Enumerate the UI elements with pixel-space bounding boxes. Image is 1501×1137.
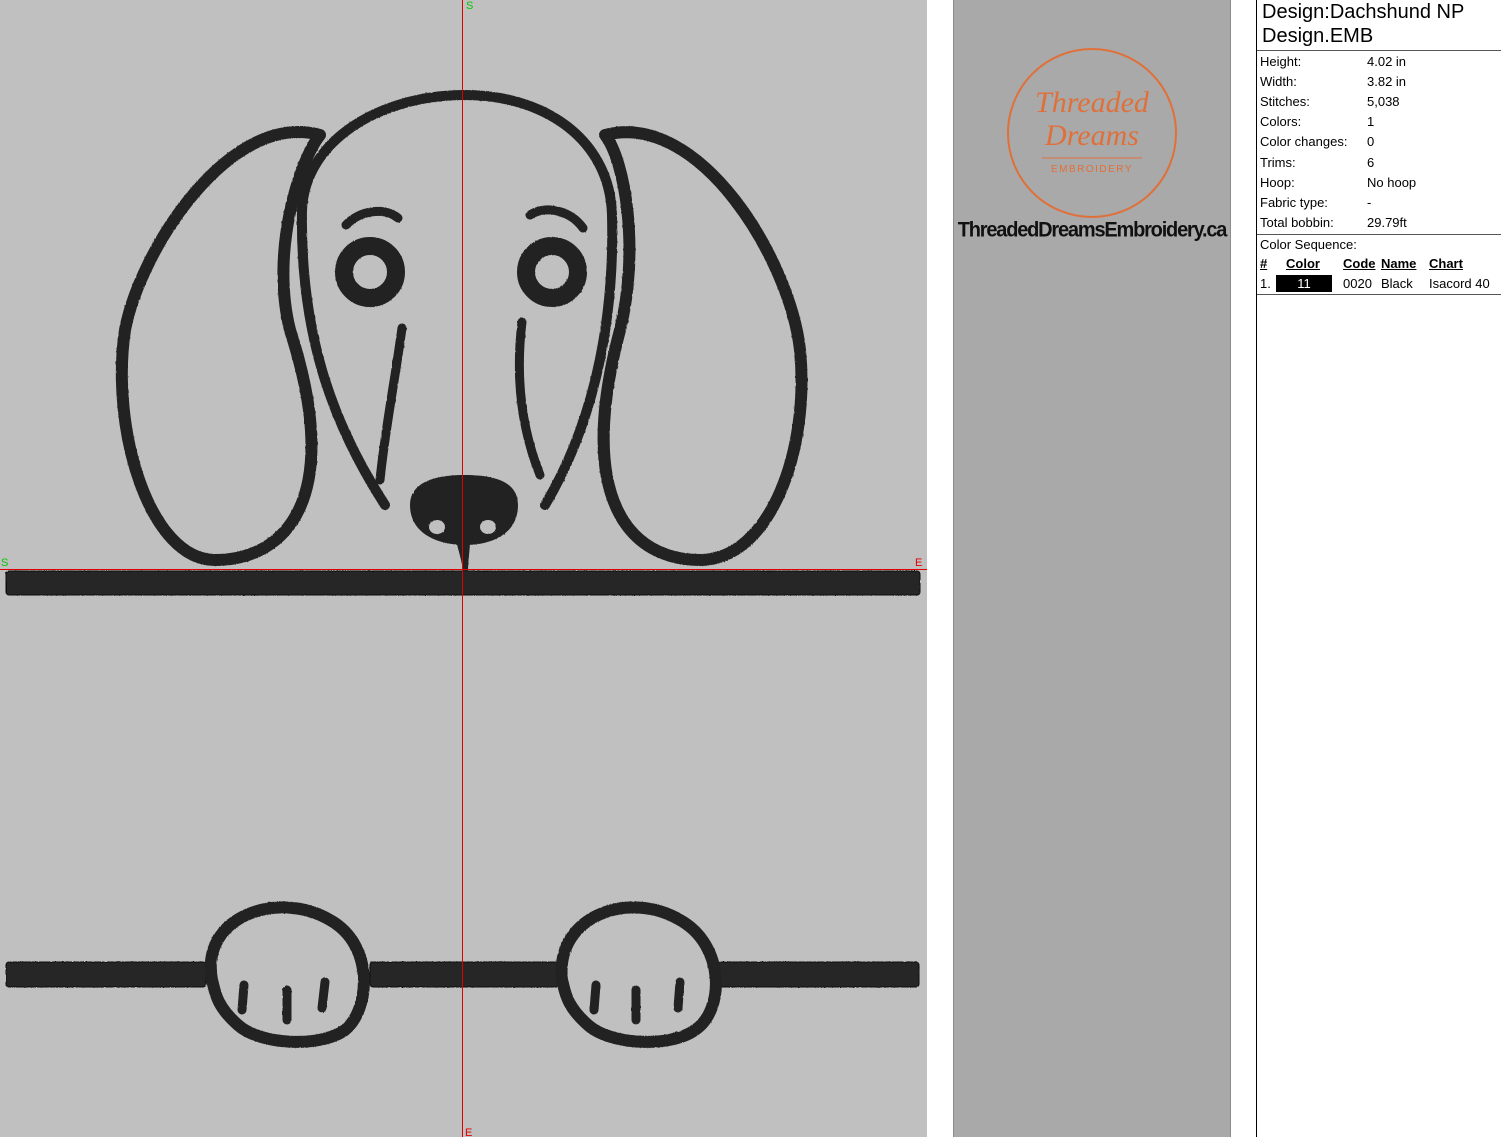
right-muzzle-line — [514, 317, 545, 480]
color-sequence-table: # Color Code Name Chart 1. 11 0020 Black… — [1257, 254, 1501, 294]
brand-tagline: EMBROIDERY — [1051, 164, 1133, 175]
start-marker-left: S — [1, 557, 8, 569]
brand-logo: Threaded Dreams EMBROIDERY — [1007, 48, 1177, 218]
color-sequence-title: Color Sequence: — [1260, 236, 1357, 252]
header-chart: Chart — [1429, 256, 1463, 272]
stat-trims: Trims: 6 — [1260, 154, 1375, 170]
bottom-bar-middle — [369, 961, 559, 988]
end-marker-right: E — [915, 557, 922, 569]
design-title-line1: Design:Dachshund NP — [1262, 1, 1465, 23]
color-sequence: Color Sequence: # Color Code Name Chart … — [1257, 233, 1501, 295]
bottom-bar-right — [717, 961, 920, 988]
right-eyebrow — [525, 205, 588, 233]
logo-panel: Threaded Dreams EMBROIDERY ThreadedDream… — [953, 0, 1231, 1137]
left-eye — [335, 237, 405, 307]
color-sequence-row: 1. 11 0020 Black Isacord 40 — [1257, 274, 1501, 294]
stat-hoop: Hoop: No hoop — [1260, 174, 1417, 190]
stat-total-bobbin: Total bobbin: 29.79ft — [1260, 215, 1407, 231]
embroidery-preview: S E S E — [0, 0, 927, 1137]
right-eye — [517, 237, 587, 307]
stat-height: Height: 4.02 in — [1260, 53, 1407, 69]
left-muzzle-line — [375, 323, 407, 485]
row-num: 1. — [1260, 276, 1271, 292]
header-num: # — [1260, 256, 1268, 272]
brand-line1: Threaded — [1035, 86, 1150, 119]
row-chart: Isacord 40 — [1429, 276, 1490, 292]
header-code: Code — [1343, 256, 1376, 272]
website-text: ThreadedDreamsEmbroidery.ca — [957, 218, 1228, 242]
design-stats: Height: 4.02 in Width: 3.82 in Stitches: 5,… — [1257, 51, 1501, 233]
stat-width: Width: 3.82 in — [1260, 73, 1407, 89]
bottom-bar-left — [5, 961, 207, 988]
brand-line2: Dreams — [1044, 119, 1139, 152]
right-ear — [597, 126, 808, 566]
row-code: 0020 — [1343, 276, 1372, 292]
end-marker-bottom: E — [465, 1127, 472, 1137]
stat-colors: Colors: 1 — [1260, 114, 1375, 130]
stat-stitches: Stitches: 5,038 — [1260, 93, 1400, 109]
design-title: Design:Dachshund NP Design.EMB — [1257, 0, 1501, 51]
nose — [410, 475, 518, 572]
color-swatch: 11 — [1276, 275, 1332, 293]
left-ear — [115, 126, 326, 566]
stat-fabric-type: Fabric type: - — [1260, 194, 1372, 210]
row-name: Black — [1381, 276, 1413, 292]
design-canvas[interactable]: S E S E — [0, 0, 927, 1137]
left-eyebrow — [341, 206, 403, 230]
color-sequence-header: # Color Code Name Chart — [1257, 254, 1501, 274]
start-marker-top: S — [466, 0, 473, 12]
header-name: Name — [1381, 256, 1417, 272]
stat-color-changes: Color changes: 0 — [1260, 134, 1375, 150]
design-info-panel: Design:Dachshund NP Design.EMB Height: 4.… — [1256, 0, 1501, 1137]
header-color: Color — [1286, 256, 1320, 272]
design-title-line2: Design.EMB — [1262, 25, 1374, 47]
